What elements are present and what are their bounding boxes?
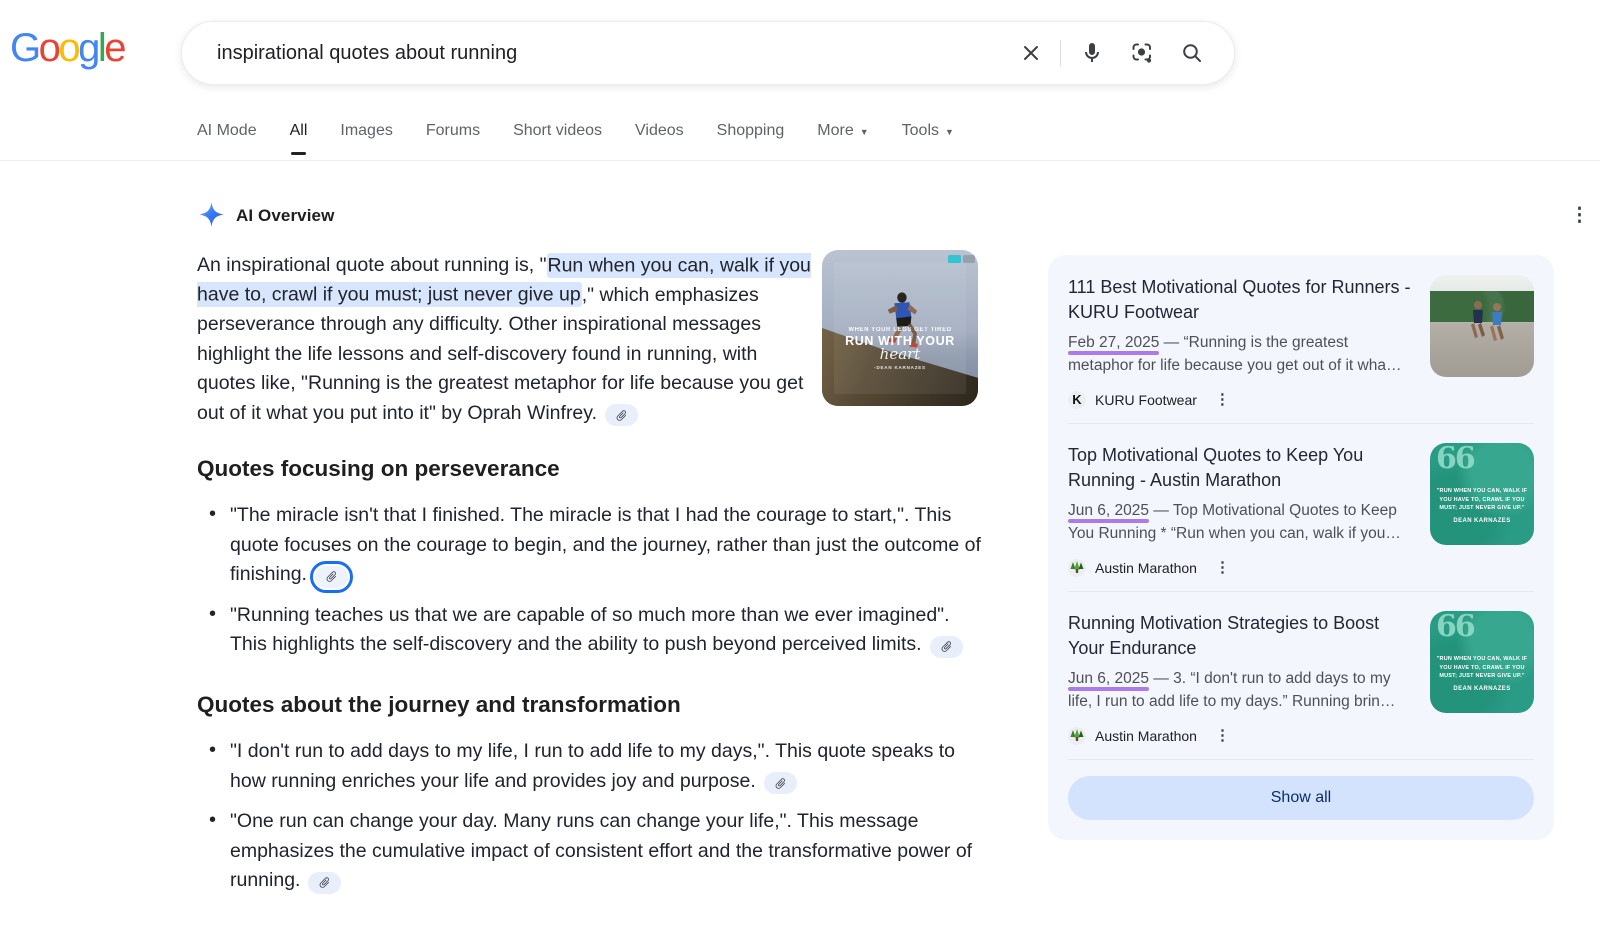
tab-forums[interactable]: Forums: [426, 122, 480, 155]
card-title-link[interactable]: Running Motivation Strategies to Boost Y…: [1068, 611, 1416, 660]
card-date: Feb 27, 2025: [1068, 334, 1159, 351]
card-title-link[interactable]: Top Motivational Quotes to Keep You Runn…: [1068, 443, 1416, 492]
image-watermark-badge-2: [963, 255, 975, 263]
austin-marathon-favicon: [1068, 559, 1086, 577]
list-item: "One run can change your day. Many runs …: [197, 807, 983, 896]
hero-overlay-text: WHEN YOUR LEGS GET TIRED RUN WITH YOUR h…: [822, 327, 978, 370]
card-more-icon[interactable]: ⋮: [1211, 726, 1234, 745]
card-date: Jun 6, 2025: [1068, 670, 1149, 687]
source-card-2: Top Motivational Quotes to Keep You Runn…: [1068, 424, 1534, 592]
runners-graphic: [1464, 299, 1512, 351]
chevron-down-icon: ▼: [860, 127, 869, 137]
source-card-3: Running Motivation Strategies to Boost Y…: [1068, 592, 1534, 760]
show-all-button[interactable]: Show all: [1068, 776, 1534, 820]
card-more-icon[interactable]: ⋮: [1211, 558, 1234, 577]
list-item: "Running teaches us that we are capable …: [197, 601, 983, 660]
search-input[interactable]: [182, 42, 1019, 65]
quote-text-overlay: "RUN WHEN YOU CAN, WALK IF YOU HAVE TO, …: [1430, 487, 1534, 525]
list-item: "I don't run to add days to my life, I r…: [197, 737, 983, 796]
source-link-chip[interactable]: [764, 772, 797, 794]
card-snippet: Feb 27, 2025 — “Running is the greatest …: [1068, 332, 1416, 377]
source-link-chip[interactable]: [930, 636, 963, 658]
tab-more[interactable]: More▼: [817, 122, 868, 155]
card-date: Jun 6, 2025: [1068, 502, 1149, 519]
ai-overview-more-icon[interactable]: ⋮: [1566, 202, 1593, 229]
tab-images[interactable]: Images: [340, 122, 392, 155]
source-link-chip[interactable]: [605, 404, 638, 426]
section-heading-perseverance: Quotes focusing on perseverance: [197, 454, 983, 484]
card-source-name: Austin Marathon: [1095, 728, 1197, 744]
tab-videos[interactable]: Videos: [635, 122, 684, 155]
source-cards-panel: 111 Best Motivational Quotes for Runners…: [1048, 255, 1554, 840]
kuru-favicon: K: [1068, 391, 1086, 409]
card-snippet: Jun 6, 2025 — 3. “I don't run to add day…: [1068, 668, 1416, 713]
source-link-chip-focused[interactable]: [315, 566, 348, 588]
search-submit-icon[interactable]: [1180, 41, 1204, 65]
source-card-1: 111 Best Motivational Quotes for Runners…: [1068, 256, 1534, 424]
quote-mark-graphic: 66: [1436, 611, 1474, 644]
card-thumbnail-runners[interactable]: [1430, 275, 1534, 377]
image-watermark-badge: [948, 255, 961, 263]
search-bar-icons: [1019, 40, 1234, 66]
search-bar-divider: [1060, 40, 1061, 66]
perseverance-list: "The miracle isn't that I finished. The …: [197, 501, 983, 660]
clear-search-icon[interactable]: [1019, 41, 1043, 65]
card-source-row: Austin Marathon ⋮: [1068, 726, 1416, 745]
tab-all[interactable]: All: [290, 122, 308, 155]
tab-ai-mode[interactable]: AI Mode: [197, 122, 257, 155]
card-thumbnail-quote[interactable]: 66 "RUN WHEN YOU CAN, WALK IF YOU HAVE T…: [1430, 611, 1534, 713]
tab-shopping[interactable]: Shopping: [717, 122, 785, 155]
card-source-row: Austin Marathon ⋮: [1068, 558, 1416, 577]
austin-marathon-favicon: [1068, 727, 1086, 745]
card-title-link[interactable]: 111 Best Motivational Quotes for Runners…: [1068, 275, 1416, 324]
card-snippet: Jun 6, 2025 — Top Motivational Quotes to…: [1068, 500, 1416, 545]
card-source-name: KURU Footwear: [1095, 392, 1197, 408]
tab-tools[interactable]: Tools▼: [902, 122, 954, 155]
ai-overview-hero-image[interactable]: WHEN YOUR LEGS GET TIRED RUN WITH YOUR h…: [822, 250, 978, 406]
journey-list: "I don't run to add days to my life, I r…: [197, 737, 983, 896]
card-thumbnail-quote[interactable]: 66 "RUN WHEN YOU CAN, WALK IF YOU HAVE T…: [1430, 443, 1534, 545]
google-search-results-page: Google AI Mode All: [0, 0, 1600, 944]
chevron-down-icon: ▼: [945, 127, 954, 137]
card-source-row: K KURU Footwear ⋮: [1068, 390, 1416, 409]
quote-mark-graphic: 66: [1436, 443, 1474, 476]
header-divider: [0, 160, 1600, 161]
voice-search-icon[interactable]: [1080, 41, 1104, 65]
result-type-tabs: AI Mode All Images Forums Short videos V…: [197, 122, 954, 155]
tab-short-videos[interactable]: Short videos: [513, 122, 602, 155]
section-heading-journey: Quotes about the journey and transformat…: [197, 690, 983, 720]
card-source-name: Austin Marathon: [1095, 560, 1197, 576]
list-item: "The miracle isn't that I finished. The …: [197, 501, 983, 590]
ai-overview-star-icon: [198, 201, 225, 228]
ai-overview-sections: Quotes focusing on perseverance "The mir…: [197, 454, 983, 907]
google-lens-icon[interactable]: [1130, 41, 1154, 65]
quote-text-overlay: "RUN WHEN YOU CAN, WALK IF YOU HAVE TO, …: [1430, 655, 1534, 693]
ai-overview-title: AI Overview: [236, 206, 334, 226]
search-bar[interactable]: [181, 21, 1235, 85]
google-logo[interactable]: Google: [10, 26, 124, 71]
card-more-icon[interactable]: ⋮: [1211, 390, 1234, 409]
source-link-chip[interactable]: [308, 872, 341, 894]
ai-overview-paragraph: An inspirational quote about running is,…: [197, 251, 811, 429]
